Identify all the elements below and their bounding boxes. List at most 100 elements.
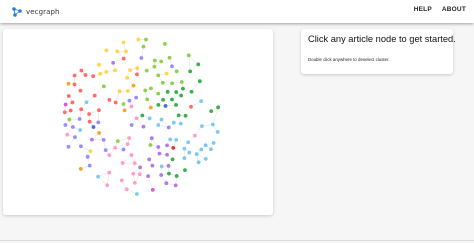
article-node[interactable] [150,187,155,192]
article-node[interactable] [88,149,93,154]
article-node[interactable] [159,117,164,122]
article-node[interactable] [166,125,171,130]
article-node[interactable] [165,89,170,94]
nav-about-link[interactable]: ABOUT [442,6,466,13]
article-node[interactable] [159,164,164,169]
article-node[interactable] [188,69,193,74]
article-node[interactable] [104,48,109,53]
article-node[interactable] [107,153,112,158]
article-node[interactable] [66,81,71,86]
article-node[interactable] [107,170,112,175]
article-node[interactable] [215,130,220,134]
article-node[interactable] [140,113,145,118]
article-node[interactable] [164,181,169,186]
article-node[interactable] [156,145,161,149]
article-node[interactable] [189,104,193,109]
article-node[interactable] [92,93,97,98]
article-node[interactable] [132,180,137,185]
article-node[interactable] [216,105,221,110]
article-node[interactable] [121,40,126,45]
article-node[interactable] [79,144,83,149]
article-node[interactable] [78,167,83,171]
article-node[interactable] [71,125,75,129]
article-node[interactable] [178,121,183,126]
article-node[interactable] [196,62,201,67]
article-node[interactable] [137,172,142,177]
article-node[interactable] [208,147,213,152]
article-node[interactable] [159,59,164,64]
article-node[interactable] [62,110,67,115]
article-node[interactable] [113,100,118,105]
article-node[interactable] [147,157,152,162]
article-node[interactable] [134,116,139,121]
article-node[interactable] [127,98,132,103]
article-node[interactable] [129,153,134,157]
article-node[interactable] [87,112,92,116]
article-node[interactable] [121,56,126,61]
article-node[interactable] [124,187,129,192]
article-node[interactable] [174,137,179,142]
article-node[interactable] [78,88,83,93]
article-node[interactable] [87,119,92,124]
article-node[interactable] [101,137,106,142]
article-node[interactable] [136,37,141,42]
article-node[interactable] [156,123,161,127]
article-node[interactable] [90,137,94,142]
graph-panel[interactable] [3,29,273,215]
article-node[interactable] [157,151,162,156]
article-node[interactable] [143,88,148,93]
article-node[interactable] [91,125,96,129]
article-node[interactable] [115,139,120,143]
article-node[interactable] [165,143,169,148]
article-node[interactable] [104,69,109,74]
network-graph[interactable] [3,29,273,215]
article-node[interactable] [192,133,197,138]
article-node[interactable] [150,163,155,168]
nav-help-link[interactable]: HELP [414,6,432,13]
article-node[interactable] [128,68,132,73]
article-node[interactable] [125,88,130,93]
article-node[interactable] [122,108,127,113]
article-node[interactable] [72,73,77,78]
article-node[interactable] [161,97,165,102]
article-node[interactable] [156,73,161,78]
article-node[interactable] [148,143,153,147]
article-node[interactable] [113,145,117,150]
article-node[interactable] [138,165,143,170]
article-node[interactable] [144,37,148,42]
article-node[interactable] [203,156,208,161]
article-node[interactable] [211,141,216,145]
article-node[interactable] [167,55,172,60]
article-node[interactable] [148,105,153,110]
article-node[interactable] [97,62,101,67]
article-node[interactable] [182,146,187,151]
article-node[interactable] [181,86,185,91]
article-node[interactable] [170,97,174,102]
article-node[interactable] [166,163,171,168]
article-node[interactable] [70,100,75,105]
article-node[interactable] [124,49,128,54]
article-node[interactable] [182,156,187,161]
article-node[interactable] [186,140,191,145]
article-node[interactable] [196,160,201,165]
article-node[interactable] [164,71,169,76]
article-node[interactable] [68,108,73,113]
article-node[interactable] [84,100,89,105]
article-node[interactable] [120,161,125,165]
article-node[interactable] [170,157,175,162]
article-node[interactable] [174,174,179,178]
article-node[interactable] [203,143,208,148]
article-node[interactable] [127,136,132,140]
article-node[interactable] [197,79,202,84]
article-node[interactable] [194,152,199,156]
article-node[interactable] [152,58,157,63]
article-node[interactable] [170,81,175,86]
article-node[interactable] [152,64,157,69]
article-node[interactable] [132,161,137,166]
article-node[interactable] [67,117,72,122]
article-node[interactable] [96,120,101,125]
article-node[interactable] [179,80,184,84]
logo[interactable]: vecgraph [11,5,60,18]
article-node[interactable] [79,107,84,112]
article-node[interactable] [135,66,140,71]
